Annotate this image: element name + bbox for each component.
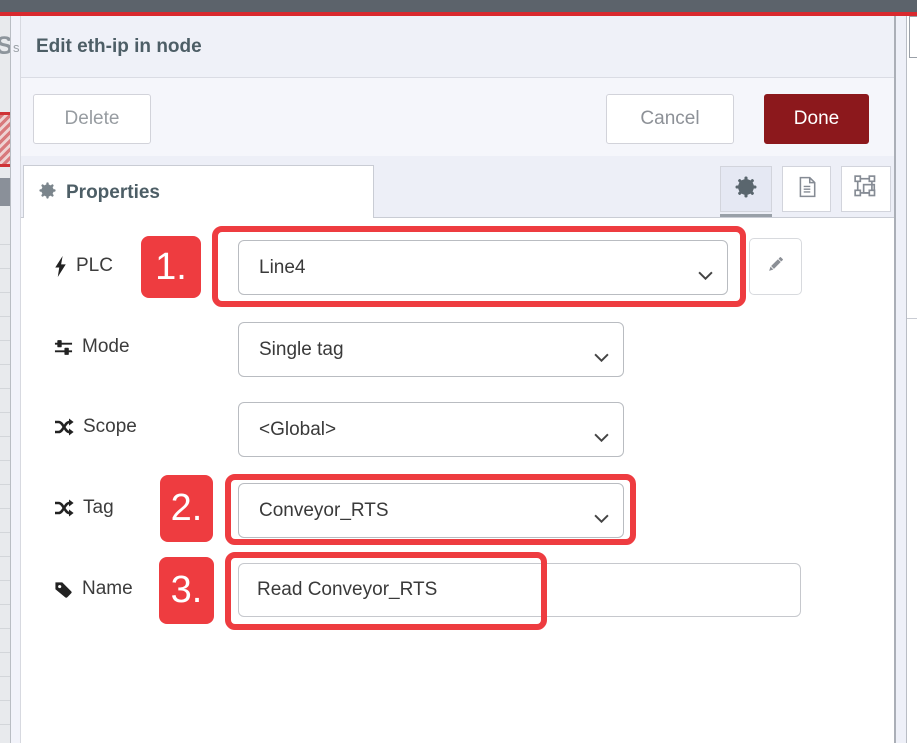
- chevron-down-icon: [594, 507, 609, 529]
- dialog-button-row: Delete Cancel Done: [21, 78, 895, 156]
- chevron-down-icon: [594, 346, 609, 368]
- background-workspace-sliver: S: [0, 16, 10, 743]
- tag-icon: [54, 580, 73, 599]
- background-node-fragment-red: [0, 112, 10, 167]
- tag-select[interactable]: Conveyor_RTS: [238, 483, 624, 538]
- editor-tab-bar: Properties: [21, 156, 895, 218]
- background-row-lines: [0, 221, 10, 743]
- shuffle-icon: [54, 498, 74, 518]
- shuffle-icon: [54, 417, 74, 437]
- background-text-fragment-small: s: [13, 40, 20, 55]
- properties-tool-button[interactable]: [720, 166, 772, 212]
- background-node-fragment-gray: [0, 178, 10, 206]
- right-scroll-strip[interactable]: [896, 16, 906, 743]
- cancel-button[interactable]: Cancel: [606, 94, 734, 144]
- description-tool-button[interactable]: [782, 166, 831, 212]
- mode-field-label: Mode: [54, 336, 130, 358]
- background-divider-fragment: [907, 318, 917, 319]
- scope-field-label: Scope: [54, 416, 137, 438]
- step-3-badge: 3.: [159, 557, 214, 624]
- delete-button[interactable]: Delete: [33, 94, 151, 144]
- appearance-frame-icon: [853, 174, 879, 205]
- tab-properties[interactable]: Properties: [23, 165, 374, 219]
- tray-shadow-strip: s: [10, 16, 20, 743]
- document-icon: [796, 175, 818, 204]
- dialog-header: Edit eth-ip in node: [21, 16, 895, 78]
- mode-select[interactable]: Single tag: [238, 322, 624, 377]
- scope-select[interactable]: <Global>: [238, 402, 624, 457]
- background-text-fragment: S: [0, 32, 10, 61]
- gear-icon: [735, 176, 757, 203]
- dialog-title: Edit eth-ip in node: [36, 36, 202, 58]
- step-1-badge: 1.: [141, 236, 201, 298]
- plc-field-label: PLC: [54, 255, 113, 277]
- edit-node-dialog: Edit eth-ip in node Delete Cancel Done P: [20, 16, 894, 743]
- step-2-badge: 2.: [160, 475, 213, 542]
- plc-select[interactable]: Line4: [238, 240, 728, 295]
- background-sidebar-sliver: [907, 16, 917, 743]
- chevron-down-icon: [594, 426, 609, 448]
- tab-properties-label: Properties: [66, 182, 160, 204]
- done-button[interactable]: Done: [764, 94, 869, 144]
- name-field-label: Name: [54, 578, 133, 600]
- tag-field-label: Tag: [54, 497, 114, 519]
- pencil-icon: [765, 254, 786, 280]
- active-tool-underline: [720, 214, 772, 217]
- bolt-icon: [54, 256, 67, 277]
- properties-form: PLC Line4 1.: [21, 218, 895, 743]
- chevron-down-icon: [698, 264, 713, 286]
- background-panel-fragment: [909, 16, 917, 58]
- edit-plc-config-button[interactable]: [749, 238, 802, 295]
- appearance-tool-button[interactable]: [841, 166, 891, 212]
- name-input[interactable]: [238, 563, 801, 617]
- top-header-bar: [0, 0, 917, 12]
- gear-icon: [39, 182, 56, 204]
- screen: S s Edit eth-ip in node Delete Cancel Do…: [0, 0, 917, 743]
- sliders-icon: [54, 338, 73, 357]
